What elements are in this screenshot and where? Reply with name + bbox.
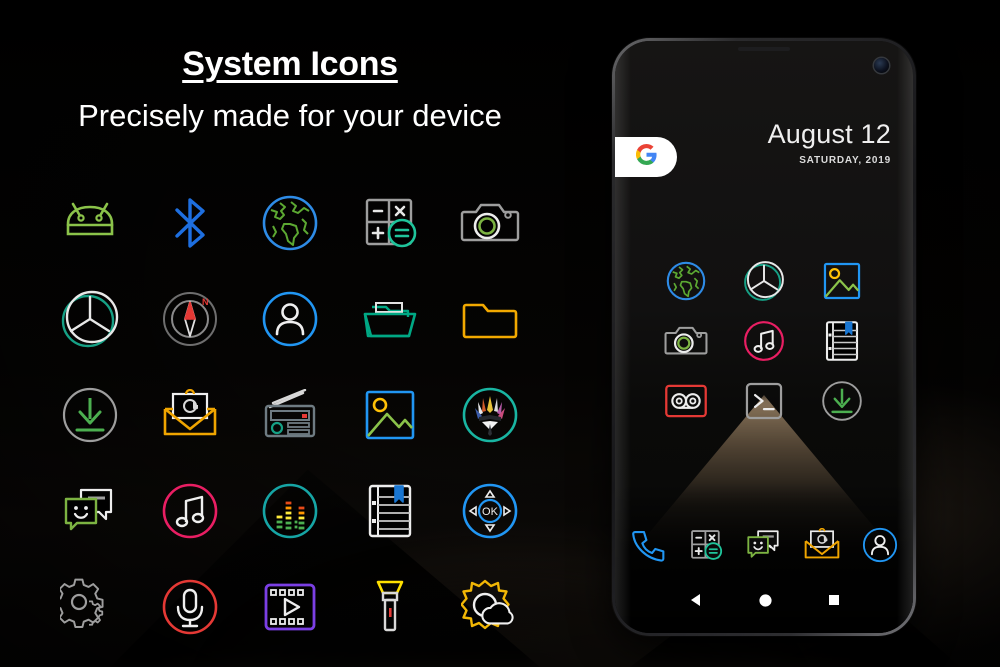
terminal-icon <box>744 381 784 426</box>
svg-text:OK: OK <box>482 506 499 518</box>
home-item-downloads[interactable] <box>810 373 874 433</box>
home-screen-grid <box>654 253 874 433</box>
showcase-item-email[interactable] <box>140 367 240 463</box>
dock-item-email[interactable] <box>798 525 846 569</box>
download-icon <box>61 386 119 444</box>
showcase-item-music[interactable] <box>140 463 240 559</box>
home-item-camera[interactable] <box>654 313 718 373</box>
gallery-icon <box>822 261 862 306</box>
notes-icon <box>824 320 860 367</box>
phone-mockup: August 12 SATURDAY, 2019 <box>612 38 916 636</box>
gallery-icon <box>363 388 417 442</box>
clock-widget[interactable]: August 12 SATURDAY, 2019 <box>767 119 891 167</box>
voicemail-icon <box>664 383 708 424</box>
globe-icon <box>260 193 320 253</box>
calculator-icon <box>362 195 418 251</box>
radio-icon <box>261 389 319 441</box>
equalizer-icon <box>261 482 319 540</box>
email-icon <box>161 389 219 441</box>
weather-icon <box>461 579 519 635</box>
flashlight-icon <box>370 578 410 636</box>
nav-back-button[interactable] <box>689 593 703 607</box>
showcase-item-gallery[interactable] <box>340 367 440 463</box>
phone-dock <box>615 525 913 569</box>
home-item-gallery[interactable] <box>810 253 874 313</box>
music-note-icon <box>743 320 785 367</box>
video-player-icon <box>262 581 318 633</box>
globe-icon <box>665 260 707 307</box>
icon-showcase-grid: N OK <box>40 175 540 655</box>
dock-item-calculator[interactable] <box>682 525 730 569</box>
showcase-item-browser[interactable] <box>240 175 340 271</box>
notes-icon <box>366 483 414 539</box>
widget-date: August 12 <box>767 119 891 149</box>
front-camera-punch-hole <box>874 58 889 73</box>
download-icon <box>821 380 863 427</box>
dock-item-phone[interactable] <box>624 525 672 569</box>
showcase-item-files[interactable] <box>340 271 440 367</box>
showcase-item-weather[interactable] <box>440 559 540 655</box>
widget-day-year: SATURDAY, 2019 <box>799 155 891 166</box>
magisk-icon <box>461 386 519 444</box>
home-item-notes[interactable] <box>810 313 874 373</box>
showcase-item-recorder[interactable] <box>140 559 240 655</box>
home-item-terminal[interactable] <box>732 373 796 433</box>
showcase-item-notes[interactable] <box>340 463 440 559</box>
contacts-icon <box>261 290 319 348</box>
earpiece-speaker <box>738 47 790 51</box>
page-title: System Icons <box>182 45 398 83</box>
showcase-item-clock[interactable] <box>40 271 140 367</box>
phone-screen: August 12 SATURDAY, 2019 <box>615 41 913 633</box>
showcase-item-calculator[interactable] <box>340 175 440 271</box>
showcase-item-equalizer[interactable] <box>240 463 340 559</box>
camera-icon <box>460 197 520 249</box>
headings-block: System Icons Precisely made for your dev… <box>0 45 580 134</box>
music-note-icon <box>161 482 219 540</box>
bluetooth-icon <box>167 193 213 253</box>
camera-icon <box>664 322 708 365</box>
showcase-item-remote[interactable]: OK <box>440 463 540 559</box>
page-subtitle: Precisely made for your device <box>78 98 502 134</box>
showcase-item-bluetooth[interactable] <box>140 175 240 271</box>
dock-item-contacts[interactable] <box>856 525 904 569</box>
showcase-item-downloads[interactable] <box>40 367 140 463</box>
dock-item-messages[interactable] <box>740 525 788 569</box>
compass-icon: N <box>161 290 219 348</box>
phone-handset-icon <box>631 528 665 567</box>
svg-text:N: N <box>202 297 209 307</box>
home-item-browser[interactable] <box>654 253 718 313</box>
files-folder-open-icon <box>361 294 419 344</box>
folder-icon <box>462 296 518 342</box>
nav-home-button[interactable] <box>758 593 773 608</box>
google-search-pill[interactable] <box>615 137 677 177</box>
showcase-item-flashlight[interactable] <box>340 559 440 655</box>
home-item-clock[interactable] <box>732 253 796 313</box>
showcase-item-magisk[interactable] <box>440 367 540 463</box>
showcase-item-compass[interactable]: N <box>140 271 240 367</box>
home-item-voicemail[interactable] <box>654 373 718 433</box>
nav-recents-button[interactable] <box>828 594 840 606</box>
messages-icon <box>61 485 119 537</box>
contacts-icon <box>862 527 898 568</box>
microphone-icon <box>161 578 219 636</box>
showcase-item-messages[interactable] <box>40 463 140 559</box>
messages-icon <box>745 528 783 567</box>
android-icon <box>60 194 120 252</box>
calculator-icon <box>689 528 723 567</box>
showcase-item-folder[interactable] <box>440 271 540 367</box>
showcase-item-radio[interactable] <box>240 367 340 463</box>
showcase-item-android[interactable] <box>40 175 140 271</box>
showcase-item-video[interactable] <box>240 559 340 655</box>
email-icon <box>803 527 841 567</box>
google-g-icon <box>635 144 657 170</box>
android-navigation-bar <box>615 587 913 613</box>
gear-icon <box>60 578 120 636</box>
home-item-music[interactable] <box>732 313 796 373</box>
showcase-item-settings[interactable] <box>40 559 140 655</box>
remote-icon: OK <box>461 482 519 540</box>
showcase-item-camera[interactable] <box>440 175 540 271</box>
clock-icon <box>60 289 120 349</box>
showcase-item-contacts[interactable] <box>240 271 340 367</box>
clock-icon <box>743 260 785 307</box>
